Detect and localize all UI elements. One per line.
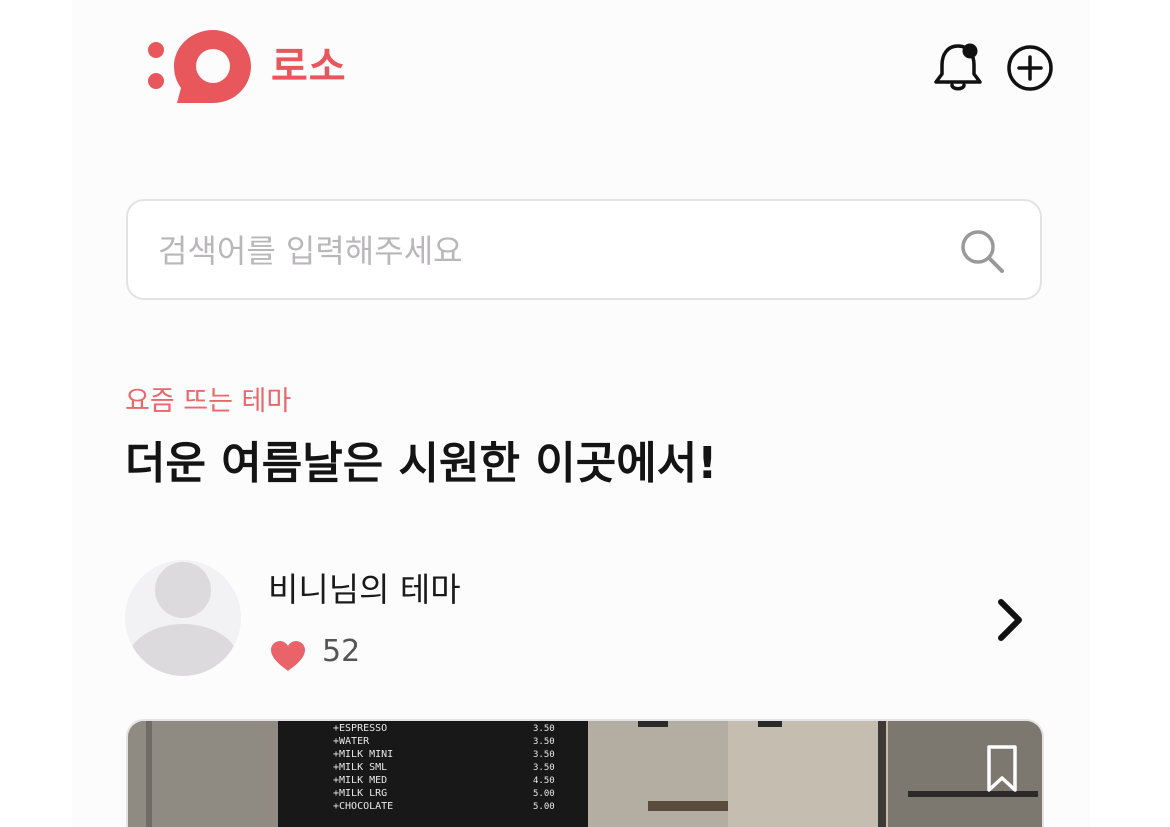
logo-icon — [148, 30, 251, 103]
like-count: 52 — [322, 634, 361, 669]
menu-item-text: +CHOCOLATE — [333, 801, 393, 812]
menu-item-text: +MILK MINI — [333, 749, 393, 760]
notification-button[interactable] — [932, 38, 986, 94]
menu-item-price: 3.50 — [533, 724, 555, 734]
bookmark-icon[interactable] — [984, 743, 1020, 795]
menu-item-text: +MILK MED — [333, 775, 387, 786]
app-page: 로소 요즘 뜨는 테마 더운 여름날은 시원한 이곳에서! — [0, 0, 1170, 827]
section-label: 요즘 뜨는 테마 — [125, 386, 292, 417]
menu-item-price: 5.00 — [533, 802, 555, 812]
menu-item-price: 3.50 — [533, 750, 555, 760]
chevron-right-icon[interactable] — [993, 596, 1029, 644]
add-button[interactable] — [1004, 42, 1056, 94]
theme-author-row[interactable]: 비니님의 테마 52 — [125, 560, 1040, 678]
menu-item-price: 5.00 — [533, 789, 555, 799]
heart-icon[interactable] — [269, 640, 307, 672]
theme-card[interactable]: +ESPRESSO 3.50 +WATER 3.50 +MILK MINI 3.50 +MI… — [126, 719, 1044, 827]
menu-item-text: +ESPRESSO — [333, 723, 387, 734]
theme-card-photo: +ESPRESSO 3.50 +WATER 3.50 +MILK MINI 3.50 +MI… — [128, 721, 1042, 827]
menu-item-price: 3.50 — [533, 763, 555, 773]
search-icon[interactable] — [958, 227, 1008, 277]
bell-icon — [934, 43, 982, 91]
theme-author-name: 비니님의 테마 — [268, 570, 461, 609]
menu-item-price: 4.50 — [533, 776, 555, 786]
section-title: 더운 여름날은 시원한 이곳에서! — [125, 438, 718, 489]
menu-item-text: +WATER — [333, 736, 370, 747]
menu-item-text: +MILK SML — [333, 762, 387, 773]
logo-text: 로소 — [271, 44, 347, 90]
notification-dot — [962, 43, 978, 59]
avatar-placeholder-icon — [127, 562, 239, 676]
add-circle-icon — [1007, 45, 1053, 91]
app-logo[interactable]: 로소 — [145, 28, 347, 106]
avatar[interactable] — [125, 560, 241, 676]
menu-item-text: +MILK LRG — [333, 788, 387, 799]
search-bar — [126, 199, 1042, 300]
menu-item-price: 3.50 — [533, 737, 555, 747]
search-input[interactable] — [156, 223, 920, 279]
